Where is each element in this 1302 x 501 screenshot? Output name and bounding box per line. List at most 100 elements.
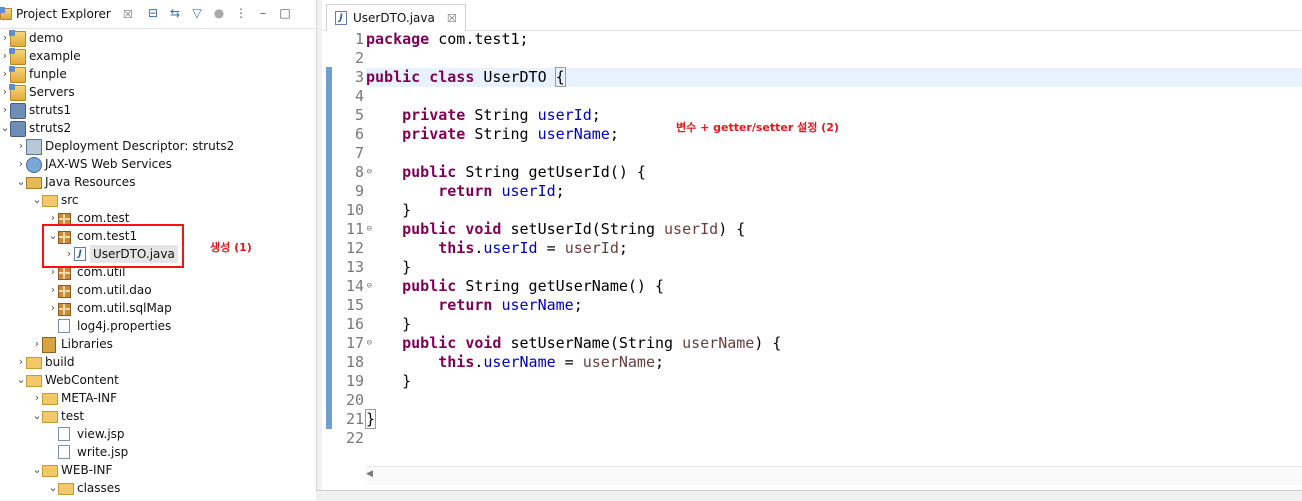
- close-icon[interactable]: ☒: [447, 12, 457, 25]
- code-line[interactable]: return userName;: [366, 296, 1302, 315]
- close-icon[interactable]: ☒: [123, 8, 133, 21]
- srv-icon: [10, 121, 26, 137]
- tree-item[interactable]: › JAX-WS Web Services: [0, 155, 316, 173]
- collapse-all-icon[interactable]: ⊟: [146, 6, 160, 20]
- tree-item[interactable]: › example: [0, 47, 316, 65]
- code-line[interactable]: return userId;: [366, 182, 1302, 201]
- code-line[interactable]: [366, 49, 1302, 68]
- tree-item-label: Libraries: [61, 337, 113, 351]
- chevron-right-icon[interactable]: ›: [0, 101, 10, 119]
- tree-item-label: funple: [29, 67, 67, 81]
- tree-item[interactable]: › Libraries: [0, 335, 316, 353]
- scroll-left-icon[interactable]: ◀: [366, 469, 378, 479]
- code-line[interactable]: }: [364, 409, 1302, 429]
- tree-item[interactable]: write.jsp: [0, 443, 316, 461]
- code-line[interactable]: public String getUserId() {: [366, 163, 1302, 182]
- tree-item[interactable]: › Servers: [0, 83, 316, 101]
- code-line[interactable]: [366, 87, 1302, 106]
- code-line[interactable]: package com.test1;: [366, 30, 1302, 49]
- chevron-down-icon[interactable]: ⌄: [0, 119, 10, 137]
- chevron-down-icon[interactable]: ⌄: [16, 173, 26, 191]
- chevron-right-icon[interactable]: ›: [48, 281, 58, 299]
- tree-item-label: write.jsp: [77, 445, 129, 459]
- proj-icon: [9, 84, 26, 101]
- chevron-down-icon[interactable]: ⌄: [32, 461, 42, 479]
- code-line[interactable]: public class UserDTO {: [366, 67, 1302, 87]
- tree-item[interactable]: ⌄ classes: [0, 479, 316, 497]
- chevron-right-icon[interactable]: ›: [16, 353, 26, 371]
- tab-project-explorer[interactable]: Project Explorer ☒: [0, 0, 133, 28]
- tree-item-label: Deployment Descriptor: struts2: [45, 139, 235, 153]
- tree-item[interactable]: › build: [0, 353, 316, 371]
- tree-item[interactable]: › funple: [0, 65, 316, 83]
- line-number: 11 ⊖: [345, 220, 372, 238]
- focus-icon[interactable]: ●: [212, 6, 226, 20]
- tab-userdto-java[interactable]: J UserDTO.java ☒: [326, 4, 466, 31]
- chevron-down-icon[interactable]: ⌄: [32, 191, 42, 209]
- tree-item[interactable]: ⌄ test: [0, 407, 316, 425]
- tree-item[interactable]: ⌄ WebContent: [0, 371, 316, 389]
- tree-item[interactable]: view.jsp: [0, 425, 316, 443]
- tree-item-label: JAX-WS Web Services: [45, 157, 172, 171]
- tree-item[interactable]: ⌄ struts2: [0, 119, 316, 137]
- tree-item-label: classes: [77, 481, 121, 495]
- tree-item[interactable]: ⌄ Java Resources: [0, 173, 316, 191]
- view-menu-icon[interactable]: ⋮: [234, 6, 248, 20]
- chevron-down-icon[interactable]: ⌄: [48, 479, 58, 497]
- tree-item[interactable]: › Deployment Descriptor: struts2: [0, 137, 316, 155]
- tree-item[interactable]: › struts1: [0, 101, 316, 119]
- tree-item-label: com.util.sqlMap: [77, 301, 172, 315]
- line-number: 20: [345, 391, 364, 409]
- folder-icon: [58, 483, 74, 495]
- code-line[interactable]: }: [366, 315, 1302, 334]
- link-with-editor-icon[interactable]: ⇆: [168, 6, 182, 20]
- maximize-icon[interactable]: □: [278, 6, 292, 20]
- folder-icon: [26, 375, 42, 387]
- minimize-icon[interactable]: –: [256, 6, 270, 20]
- code-line[interactable]: }: [366, 201, 1302, 220]
- tree-item[interactable]: › demo: [0, 29, 316, 47]
- bottom-panel-edge: [316, 490, 1302, 501]
- code-line[interactable]: public void setUserName(String userName)…: [366, 334, 1302, 353]
- tree-item[interactable]: › com.util.dao: [0, 281, 316, 299]
- chevron-right-icon[interactable]: ›: [16, 155, 26, 173]
- editor-tab-label: UserDTO.java: [353, 11, 435, 25]
- chevron-right-icon[interactable]: ›: [32, 335, 42, 353]
- tree-item[interactable]: › com.util.sqlMap: [0, 299, 316, 317]
- code-line[interactable]: }: [366, 258, 1302, 277]
- chevron-down-icon[interactable]: ⌄: [16, 371, 26, 389]
- code-line[interactable]: }: [366, 372, 1302, 391]
- folder-icon: [42, 411, 58, 423]
- code-line[interactable]: this.userId = userId;: [366, 239, 1302, 258]
- dd-icon: [26, 139, 42, 155]
- highlight-box: [42, 224, 184, 268]
- chevron-right-icon[interactable]: ›: [48, 299, 58, 317]
- tree-item[interactable]: log4j.properties: [0, 317, 316, 335]
- pkg-icon: [58, 267, 71, 280]
- code-area[interactable]: package com.test1; public class UserDTO {…: [364, 30, 1302, 448]
- chevron-down-icon[interactable]: ⌄: [32, 407, 42, 425]
- project-explorer: Project Explorer ☒ ⊟ ⇆ ▽ ● ⋮ – □ › demo › e…: [0, 0, 317, 500]
- tree-item-label: Servers: [29, 85, 75, 99]
- code-line[interactable]: public void setUserId(String userId) {: [366, 220, 1302, 239]
- line-number-gutter: 1 2 3 4 5 6 7 8 ⊖ 9 10 11 ⊖ 12 13 14 ⊖ 15 16 17 ⊖ 18 19 20 21 22: [334, 30, 372, 448]
- filter-icon[interactable]: ▽: [190, 6, 204, 20]
- line-number: 1: [354, 30, 364, 48]
- tree-item[interactable]: › META-INF: [0, 389, 316, 407]
- code-line[interactable]: public String getUserName() {: [366, 277, 1302, 296]
- chevron-right-icon[interactable]: ›: [16, 137, 26, 155]
- tree-item-label: Java Resources: [45, 175, 136, 189]
- chevron-right-icon[interactable]: ›: [32, 389, 42, 407]
- horizontal-scrollbar[interactable]: ◀: [366, 466, 1302, 485]
- code-line[interactable]: [366, 391, 1302, 410]
- code-line[interactable]: [366, 429, 1302, 448]
- ws-icon: [26, 157, 42, 173]
- tree-item[interactable]: ⌄ WEB-INF: [0, 461, 316, 479]
- code-line[interactable]: [366, 144, 1302, 163]
- code-line[interactable]: this.userName = userName;: [366, 353, 1302, 372]
- line-number: 7: [354, 144, 364, 162]
- proj-icon: [9, 66, 26, 83]
- lib-icon: [42, 337, 56, 353]
- line-number: 17 ⊖: [345, 334, 372, 352]
- tree-item[interactable]: ⌄ src: [0, 191, 316, 209]
